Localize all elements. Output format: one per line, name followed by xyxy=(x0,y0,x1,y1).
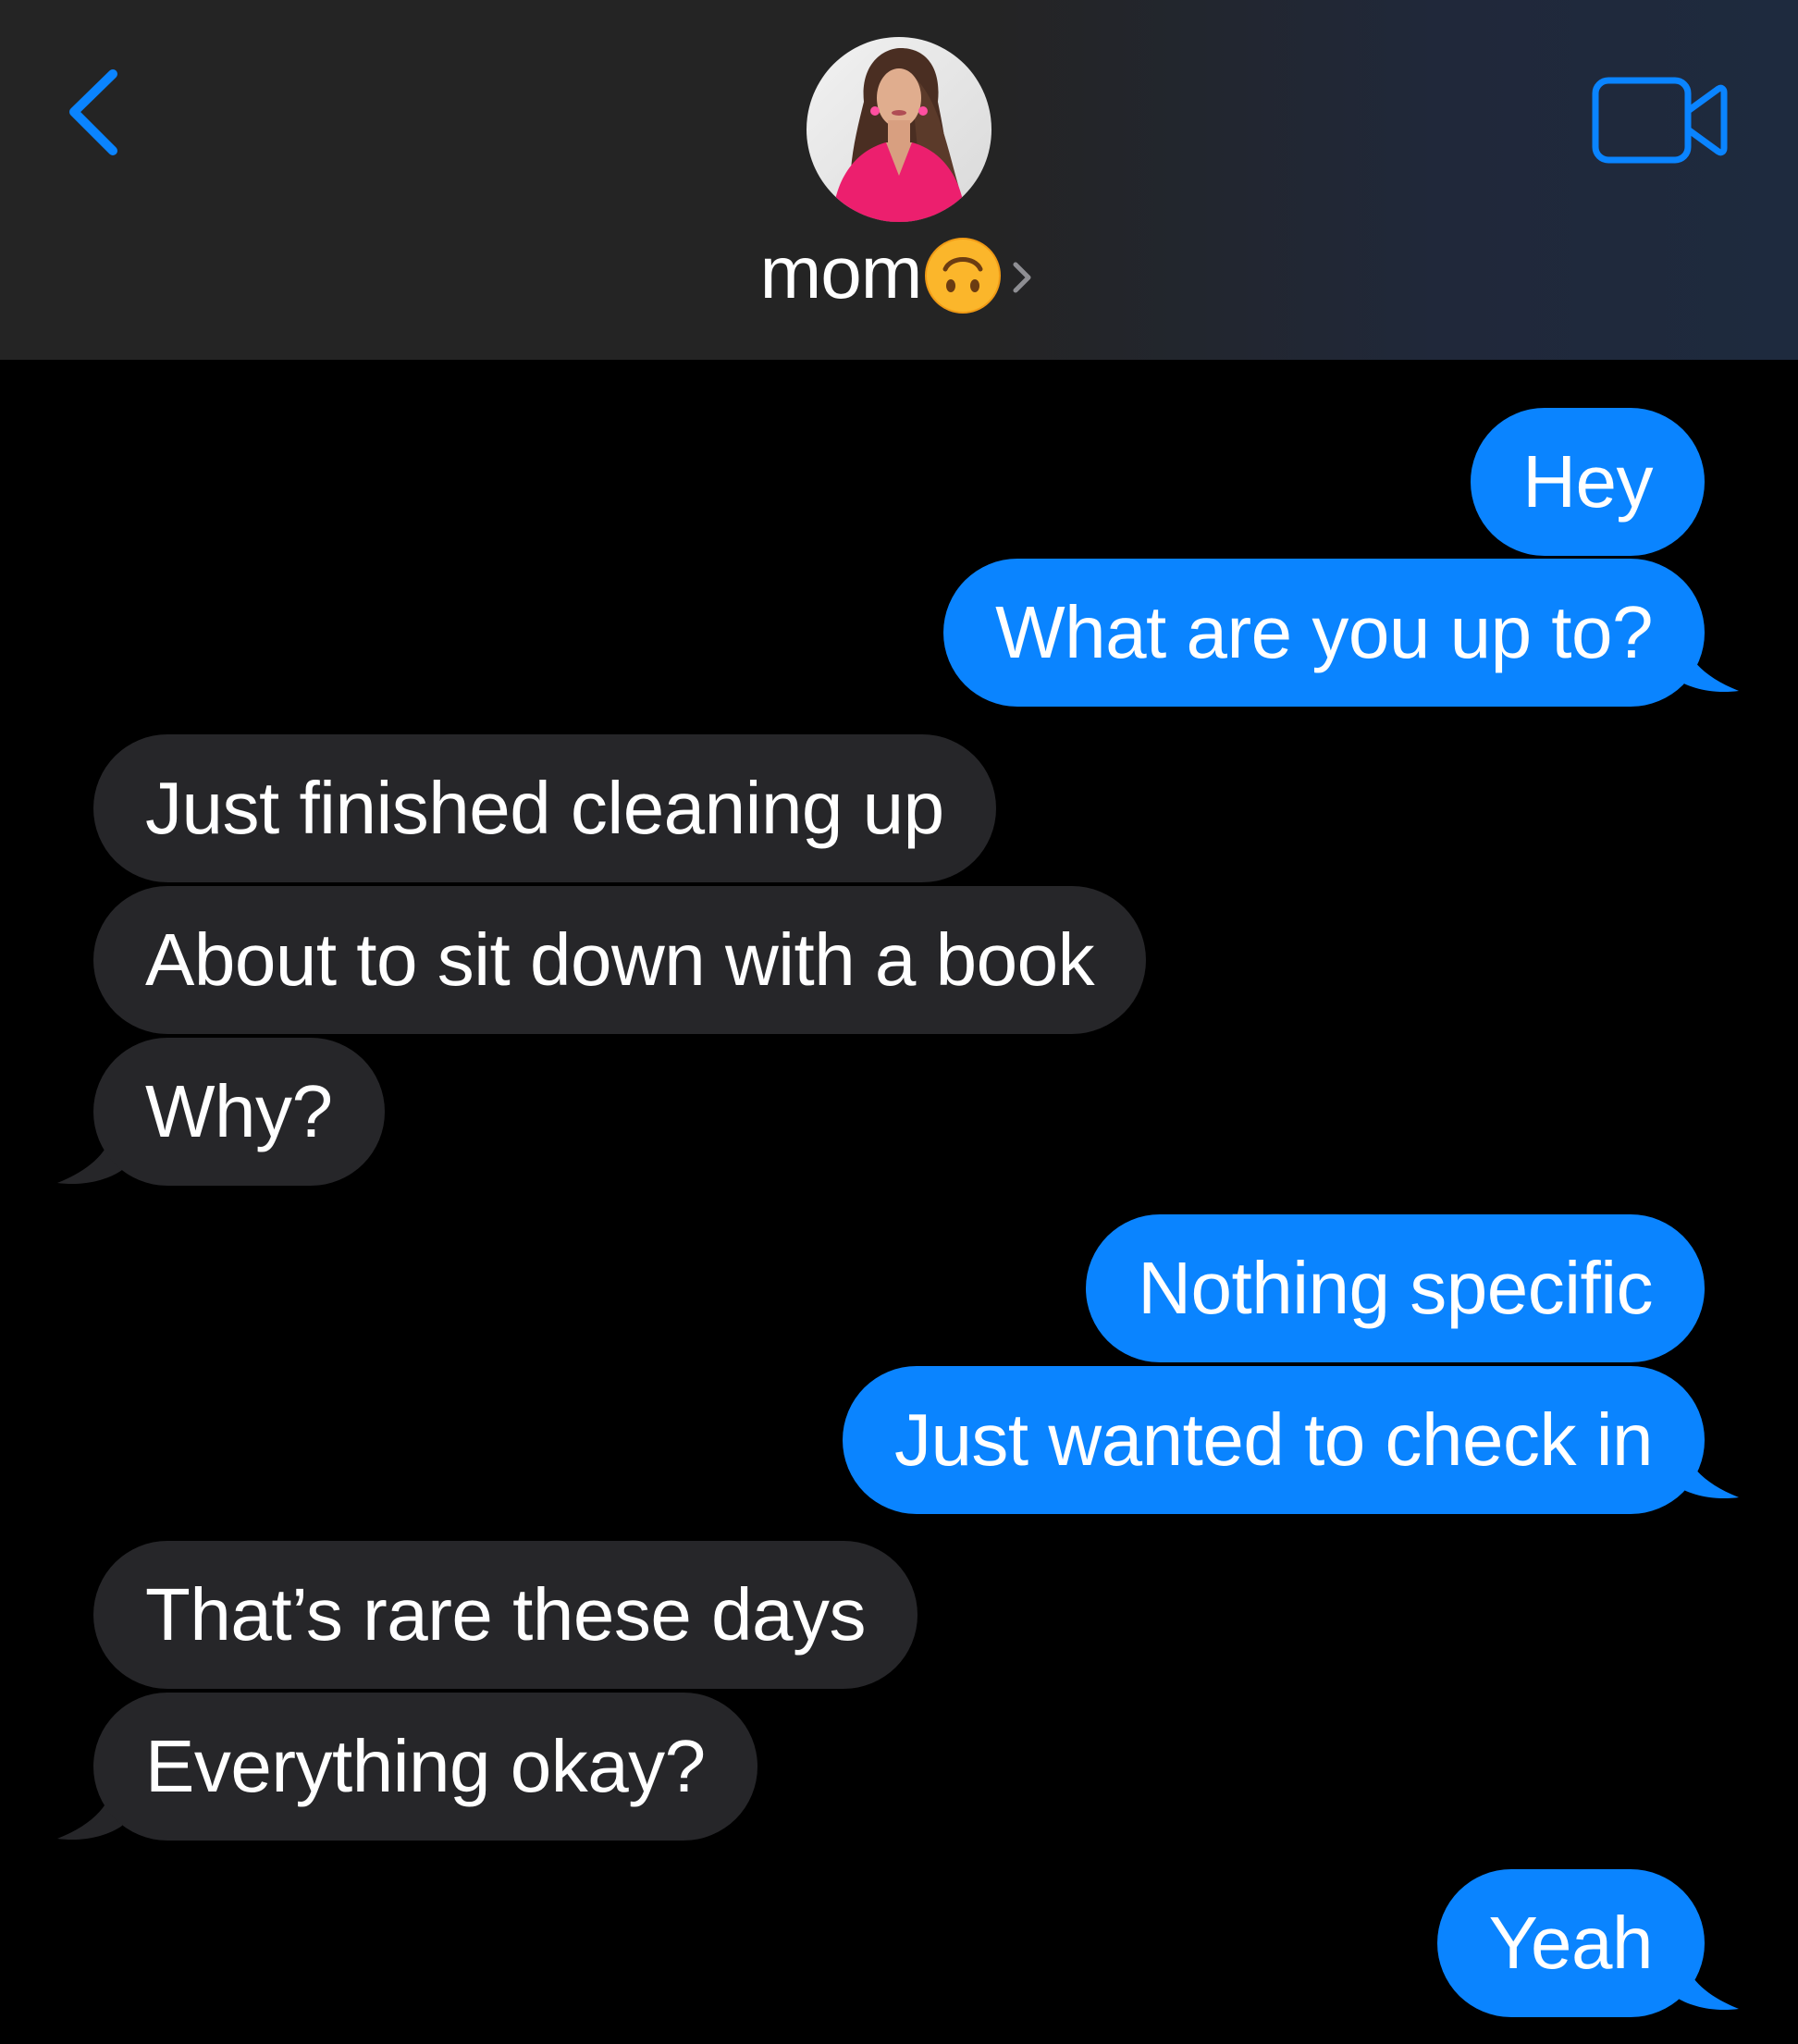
message-thread[interactable]: Hey What are you up to? Just finished cl… xyxy=(0,360,1798,2044)
video-camera-icon xyxy=(1592,77,1728,164)
upside-down-face-icon xyxy=(925,238,1002,314)
message-bubble-received[interactable]: About to sit down with a book xyxy=(93,886,1147,1034)
message-bubble-sent[interactable]: Hey xyxy=(1471,408,1705,556)
conversation-header: mom xyxy=(0,0,1798,360)
back-button[interactable] xyxy=(54,55,137,166)
message-bubble-received[interactable]: Why? xyxy=(93,1038,385,1186)
contact-name: mom xyxy=(759,231,923,314)
chevron-left-icon xyxy=(69,69,117,155)
avatar-photo xyxy=(807,37,991,222)
message-bubble-received[interactable]: That’s rare these days xyxy=(93,1541,918,1689)
message-bubble-sent[interactable]: Nothing specific xyxy=(1086,1214,1705,1362)
message-bubble-sent[interactable]: What are you up to? xyxy=(943,559,1705,707)
contact-avatar[interactable] xyxy=(807,37,991,222)
facetime-video-button[interactable] xyxy=(1591,76,1730,165)
message-bubble-received[interactable]: Just finished cleaning up xyxy=(93,734,996,882)
contact-name-button[interactable]: mom xyxy=(0,231,1798,314)
chevron-right-icon xyxy=(1013,262,1031,293)
message-bubble-sent[interactable]: Just wanted to check in xyxy=(842,1366,1705,1514)
message-bubble-received[interactable]: Everything okay? xyxy=(93,1693,757,1841)
message-bubble-sent[interactable]: Yeah xyxy=(1436,1869,1705,2017)
